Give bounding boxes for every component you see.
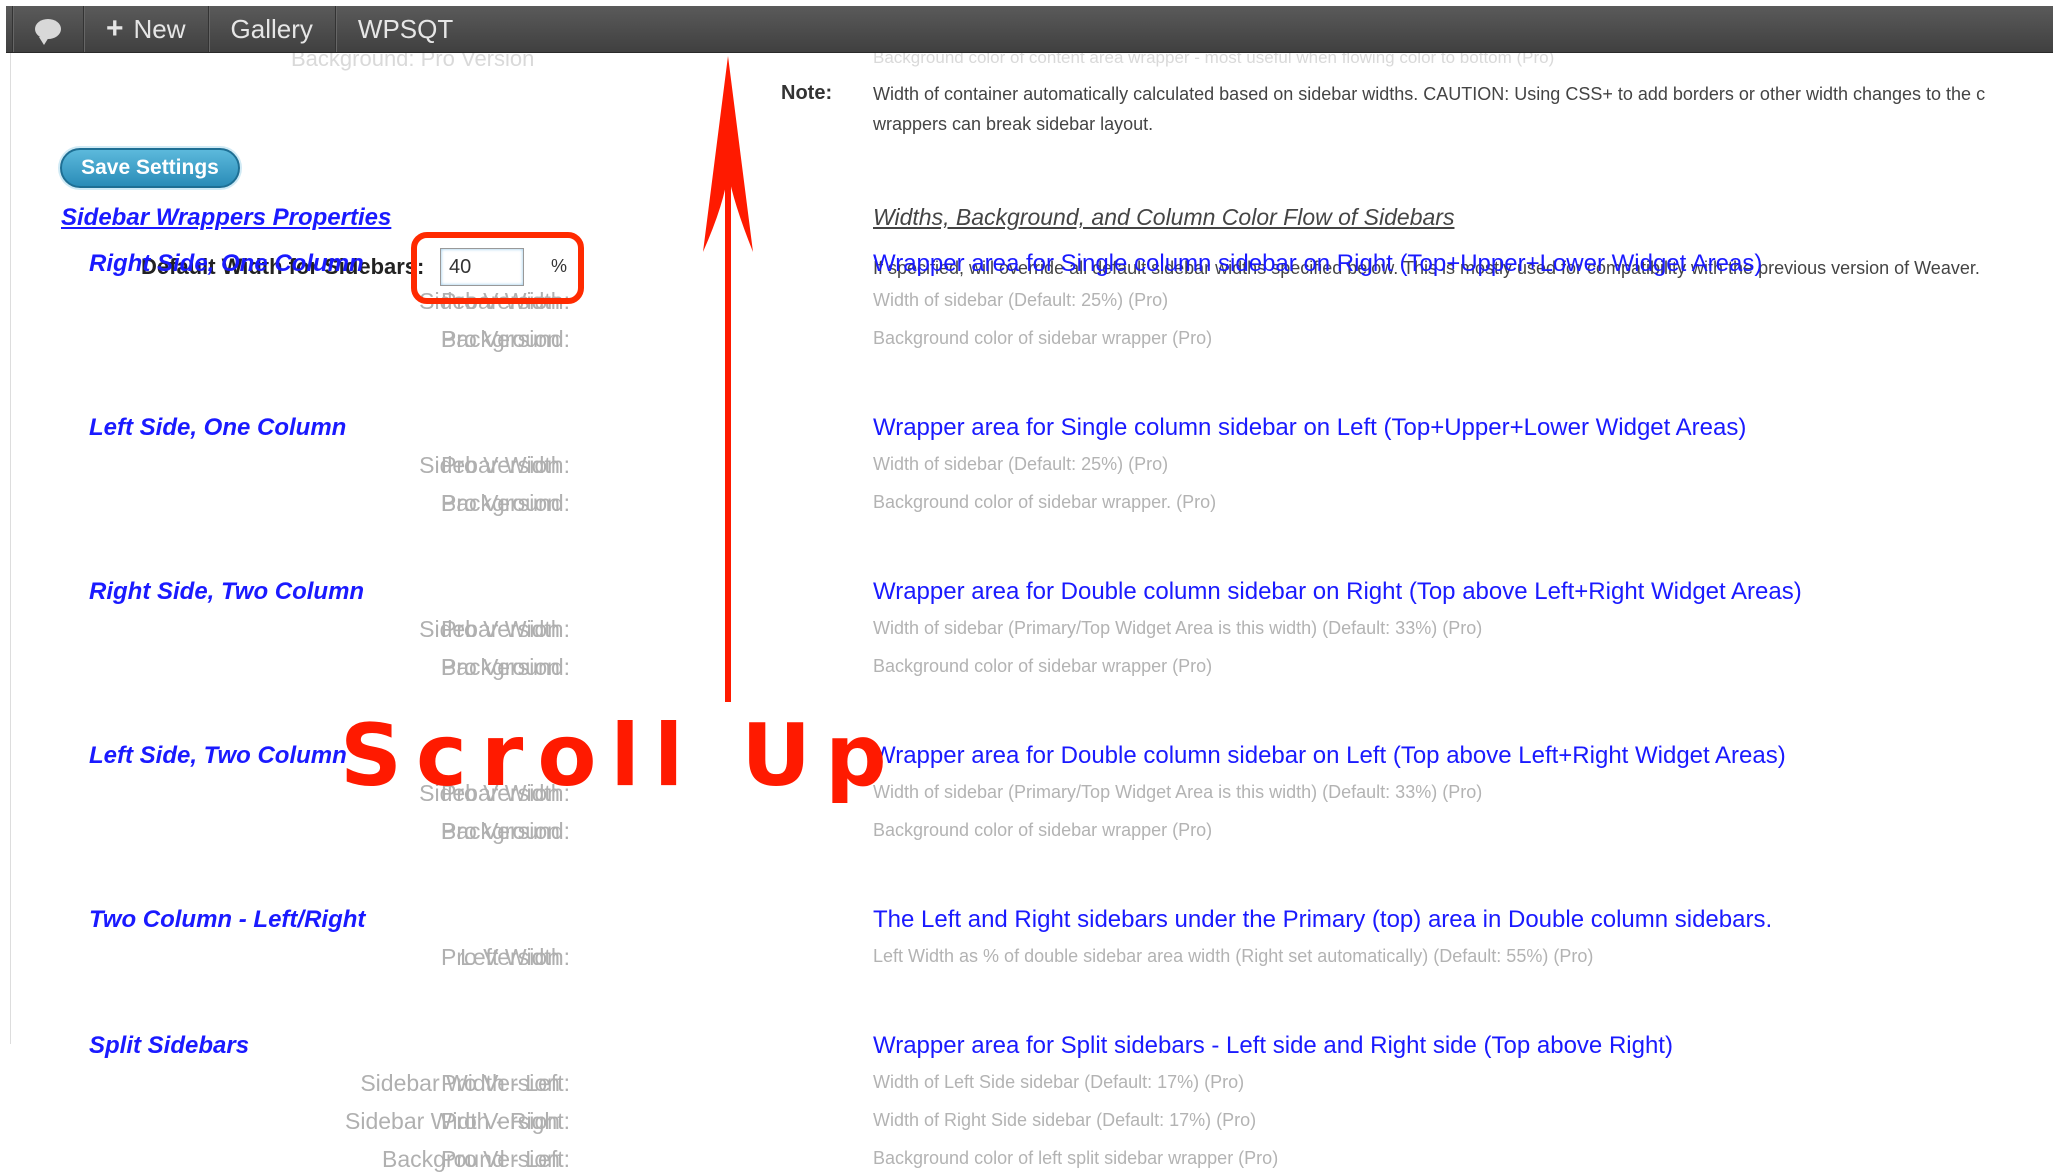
group-heading-link[interactable]: Left Side, Two Column [89, 742, 347, 770]
setting-description: Left Width as % of double sidebar area w… [873, 946, 1594, 966]
group-description-link[interactable]: Wrapper area for Double column sidebar o… [873, 578, 1802, 606]
group-heading-link[interactable]: Two Column - Left/Right [89, 906, 365, 934]
setting-description: Width of sidebar (Primary/Top Widget Are… [873, 782, 1483, 802]
save-settings-button[interactable]: Save Settings [60, 148, 240, 188]
pro-version-value: Pro Version [441, 1108, 560, 1134]
note-label: Note: [781, 82, 833, 104]
setting-description: Background color of sidebar wrapper (Pro… [873, 820, 1213, 840]
pro-version-value: Pro Version [441, 452, 560, 478]
group-description-link[interactable]: Wrapper area for Single column sidebar o… [873, 414, 1746, 442]
setting-description: Width of sidebar (Primary/Top Widget Are… [873, 618, 1483, 638]
pro-version-value: Pro Version [441, 1146, 560, 1172]
setting-description: Width of Left Side sidebar (Default: 17%… [873, 1072, 1245, 1092]
new-label: New [133, 13, 186, 44]
sidebar-wrappers-section-link[interactable]: Sidebar Wrappers Properties [61, 204, 391, 232]
pro-version-value: Pro Version [441, 326, 560, 352]
up-arrow-icon [703, 56, 753, 702]
setting-description: Background color of sidebar wrapper. (Pr… [873, 492, 1217, 512]
pro-version-value: Pro Version [441, 818, 560, 844]
setting-description: Width of Right Side sidebar (Default: 17… [873, 1110, 1257, 1130]
column-flow-title: Widths, Background, and Column Color Flo… [873, 204, 1455, 230]
setting-description: Background color of sidebar wrapper (Pro… [873, 656, 1213, 676]
group-description-link[interactable]: Wrapper area for Double column sidebar o… [873, 742, 1786, 770]
highlight-circle-annotation [411, 232, 584, 304]
group-heading-link[interactable]: Right Side, One Column [89, 250, 364, 278]
pro-version-value: Pro Version [441, 490, 560, 516]
pro-version-value: Pro Version [441, 1070, 560, 1096]
plus-icon: + [106, 12, 124, 45]
comment-bubble-icon [35, 19, 61, 45]
wpsqt-menu[interactable]: WPSQT [336, 6, 475, 52]
setting-description: Width of sidebar (Default: 25%) (Pro) [873, 290, 1169, 310]
wpsqt-label: WPSQT [357, 13, 454, 44]
group-description-link[interactable]: Wrapper area for Split sidebars - Left s… [873, 1032, 1673, 1060]
pro-version-value: Pro Version [441, 654, 560, 680]
group-heading-link[interactable]: Right Side, Two Column [89, 578, 364, 606]
admin-bar-edge [6, 6, 13, 52]
setting-description: Width of sidebar (Default: 25%) (Pro) [873, 454, 1169, 474]
note-text-line1: Width of container automatically calcula… [873, 84, 1986, 104]
setting-description: Background color of left split sidebar w… [873, 1148, 1279, 1168]
comments-menu[interactable] [13, 6, 84, 52]
note-text-line2: wrappers can break sidebar layout. [873, 114, 1154, 134]
pro-version-value: Pro Version [441, 616, 560, 642]
group-description-link[interactable]: Wrapper area for Single column sidebar o… [873, 250, 1762, 278]
scroll-up-annotation: Scroll Up [340, 706, 901, 806]
pro-version-value: Pro Version [441, 944, 560, 970]
gallery-label: Gallery [230, 13, 313, 44]
setting-description: Background color of sidebar wrapper (Pro… [873, 328, 1213, 348]
settings-page: Background: Pro Version Background color… [10, 46, 2053, 1172]
group-heading-link[interactable]: Left Side, One Column [89, 414, 346, 442]
gallery-menu[interactable]: Gallery [209, 6, 336, 52]
admin-bar: + New Gallery WPSQT [6, 6, 2053, 53]
new-content-menu[interactable]: + New [84, 6, 209, 52]
group-heading-link[interactable]: Split Sidebars [89, 1032, 249, 1060]
group-description-link[interactable]: The Left and Right sidebars under the Pr… [873, 906, 1772, 934]
